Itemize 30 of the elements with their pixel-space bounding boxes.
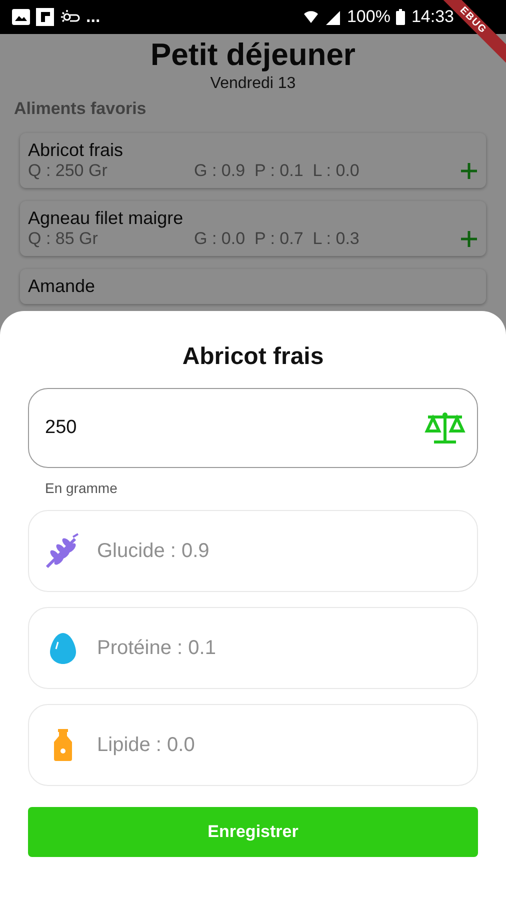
wheat-icon (45, 533, 81, 569)
food-quantity: Q : 85 Gr (28, 229, 99, 249)
page-subtitle: Vendredi 13 (209, 75, 297, 93)
nutrient-value: Protéine : 0.1 (97, 636, 216, 660)
food-macros: G : 0.0 P : 0.7 L : 0.3 (194, 229, 360, 249)
section-heading: Aliments favoris (14, 99, 148, 120)
battery-icon (396, 9, 406, 25)
nutrient-value: Glucide : 0.9 (97, 540, 210, 562)
food-quantity: Q : 250 Gr (28, 161, 108, 181)
battery-percentage: 100% (346, 7, 390, 27)
quantity-field[interactable]: 250 (28, 388, 478, 468)
signal-icon (324, 9, 341, 25)
food-name: Amande (28, 276, 96, 297)
scale-icon (424, 411, 466, 445)
food-macros: G : 0.9 P : 0.1 L : 0.0 (194, 161, 360, 181)
food-name: Agneau filet maigre (28, 208, 184, 229)
wifi-icon (302, 9, 319, 25)
food-card[interactable]: Abricot frais Q : 250 Gr G : 0.9 P : 0.1 L : 0.0 (20, 133, 486, 188)
image-icon (12, 9, 30, 25)
add-icon[interactable] (460, 162, 478, 180)
notification-overflow: ... (86, 7, 100, 27)
sheet-title: Abricot frais (181, 343, 325, 371)
add-icon[interactable] (460, 230, 478, 248)
clock-time: 14:33 (411, 7, 454, 27)
food-card[interactable]: Amande (20, 269, 486, 304)
food-card[interactable]: Agneau filet maigre Q : 85 Gr G : 0.0 P : 0.7 L : 0.3 (20, 201, 486, 256)
nutrient-value: Lipide : 0.0 (97, 734, 195, 756)
page-title: Petit déjeuner (150, 37, 356, 73)
helper-text: En gramme (45, 480, 118, 496)
food-name: Abricot frais (28, 140, 124, 161)
